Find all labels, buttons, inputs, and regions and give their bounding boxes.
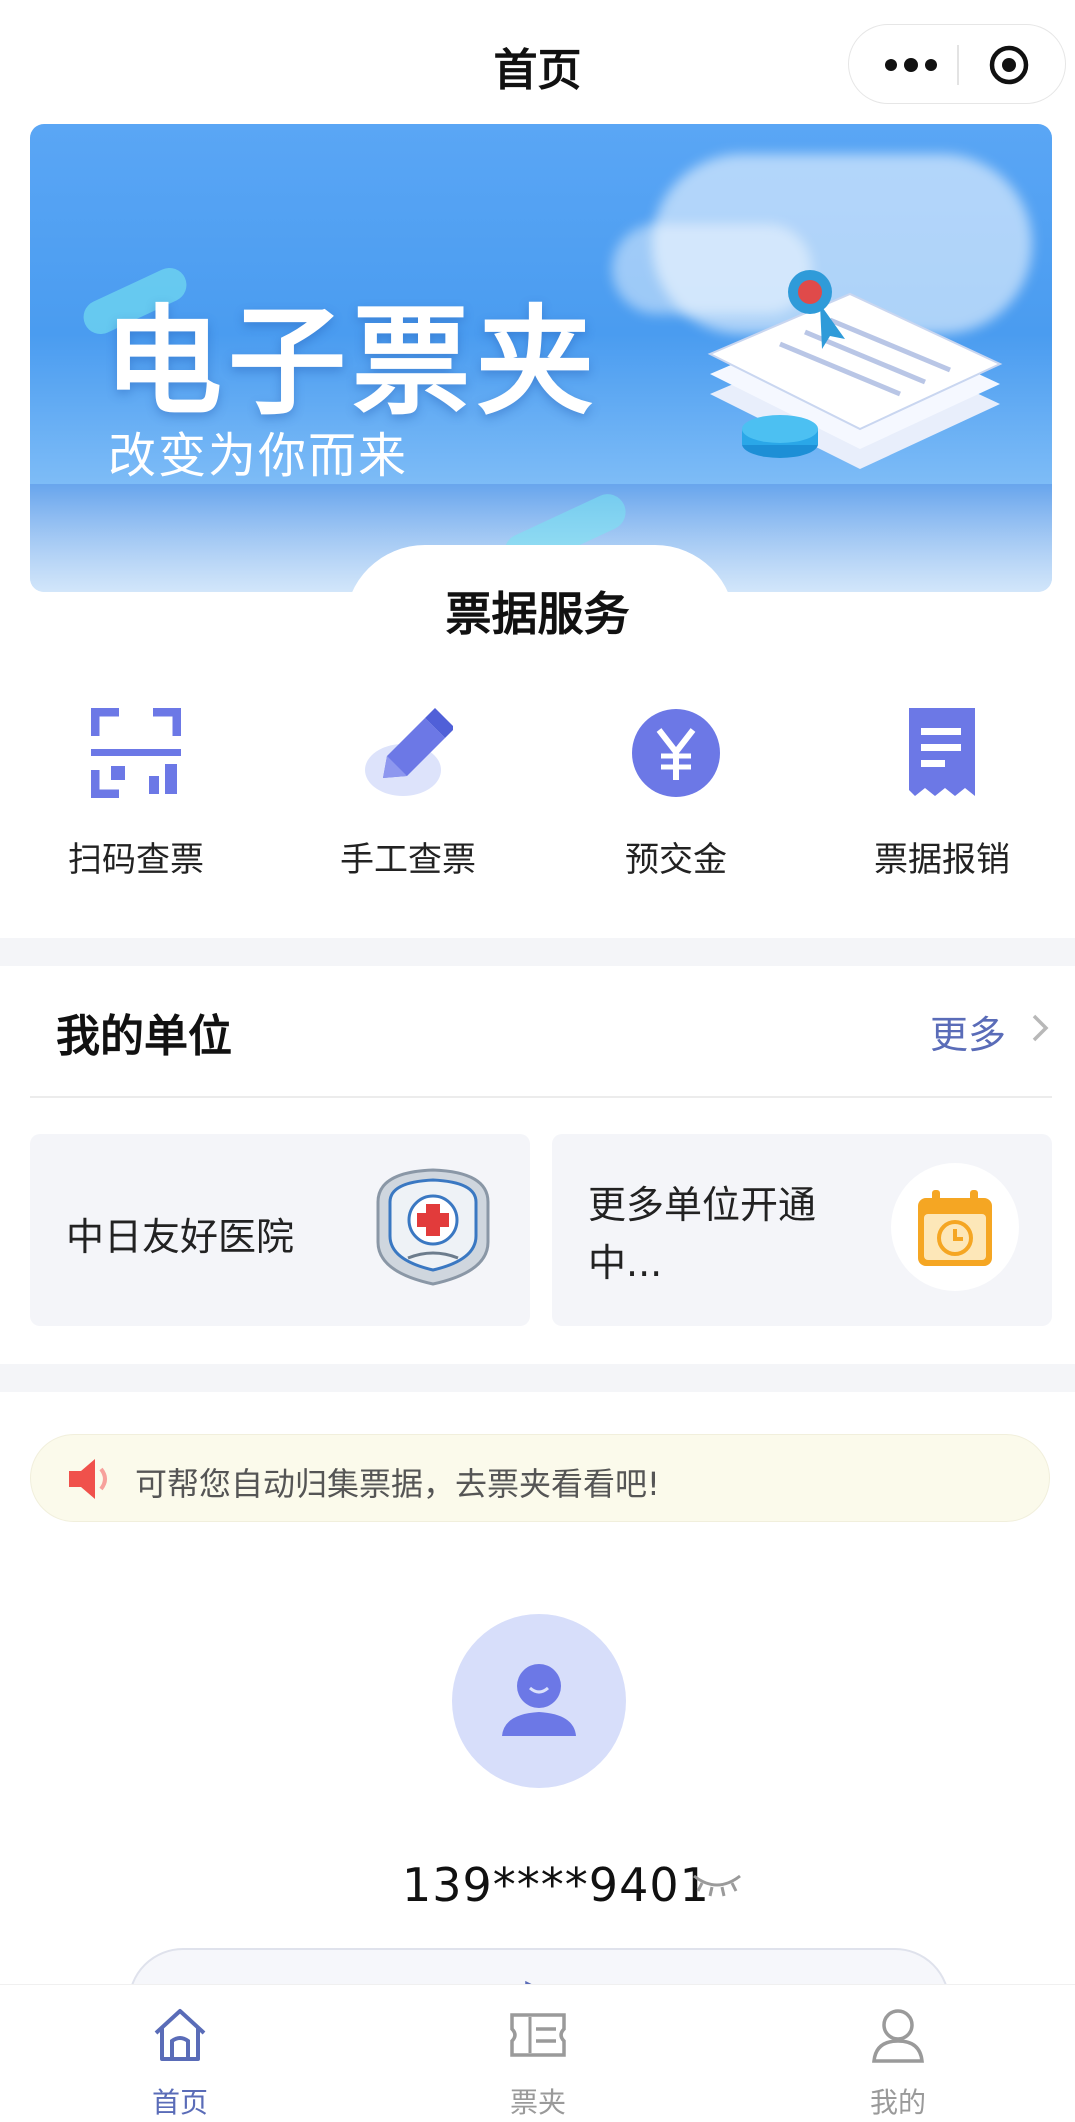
service-reimbursement[interactable]: 票据报销: [812, 690, 1072, 890]
receipt-icon: [909, 708, 975, 796]
promo-banner[interactable]: 电子票夹 改变为你而来: [30, 124, 1052, 592]
banner-subline: 改变为你而来: [108, 428, 409, 484]
tab-home[interactable]: 首页: [80, 1985, 280, 2122]
pen-icon: [365, 708, 453, 796]
tab-label: 票夹: [509, 2086, 566, 2119]
user-avatar-icon: [502, 1664, 576, 1736]
service-manual-ticket[interactable]: 手工查票: [278, 690, 538, 890]
mini-program-capsule: [848, 24, 1066, 104]
close-target-icon[interactable]: [977, 43, 1041, 87]
tab-label: 首页: [151, 2086, 208, 2119]
scan-icon: [91, 708, 181, 798]
unit-name: 更多单位开通中...: [588, 1183, 817, 1285]
ticket-folder-icon: [510, 2013, 566, 2057]
home-icon: [154, 2009, 206, 2061]
user-phone: 139****9401: [402, 1858, 710, 1912]
section-separator: [0, 938, 1075, 966]
tab-bar: 首页 票夹 我的: [0, 1984, 1075, 2122]
nav-header: 首页: [0, 0, 1075, 120]
tab-ticket-folder[interactable]: 票夹: [438, 1985, 638, 2122]
eye-closed-icon[interactable]: [690, 1868, 744, 1898]
units-more-link[interactable]: 更多: [930, 1004, 1006, 1059]
notice-text: 可帮您自动归集票据，去票夹看看吧!: [135, 1465, 660, 1503]
service-label: 手工查票: [340, 840, 476, 880]
unit-card-hospital[interactable]: 中日友好医院: [30, 1134, 530, 1326]
banner-headline: 电子票夹: [104, 293, 601, 431]
chevron-right-icon[interactable]: [1028, 1012, 1052, 1044]
units-divider: [30, 1096, 1052, 1098]
yuan-icon: [632, 709, 720, 797]
hospital-logo: [376, 1168, 490, 1286]
service-prepayment[interactable]: 预交金: [546, 690, 806, 890]
tab-label: 我的: [869, 2086, 926, 2119]
avatar[interactable]: [452, 1614, 626, 1788]
services-row: 扫码查票 手工查票 预交金 票据报销: [0, 690, 1075, 890]
service-label: 预交金: [625, 840, 727, 880]
unit-name: 中日友好医院: [66, 1215, 295, 1259]
service-scan-ticket[interactable]: 扫码查票: [6, 690, 266, 890]
service-label: 票据报销: [874, 840, 1010, 880]
section-separator: [0, 1364, 1075, 1392]
services-title: 票据服务: [445, 587, 630, 641]
capsule-divider: [957, 45, 959, 85]
units-title: 我的单位: [56, 1011, 232, 1062]
user-icon: [872, 2009, 924, 2063]
notice-bar[interactable]: 可帮您自动归集票据，去票夹看看吧!: [30, 1434, 1050, 1522]
more-menu-icon[interactable]: [879, 43, 943, 87]
calendar-clock-icon: [891, 1163, 1019, 1291]
document-stack-icon: [707, 270, 1003, 469]
speaker-icon: [69, 1459, 107, 1499]
unit-card-more[interactable]: 更多单位开通中...: [552, 1134, 1052, 1326]
service-label: 扫码查票: [68, 840, 204, 880]
tab-mine[interactable]: 我的: [798, 1985, 998, 2122]
